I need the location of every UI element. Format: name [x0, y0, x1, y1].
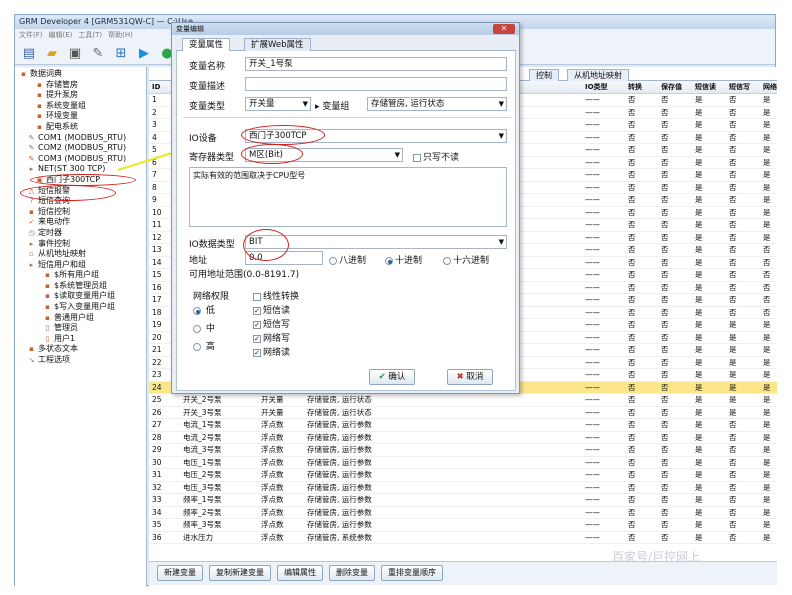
address-range: 可用地址范围(0.0-8191.7) — [189, 270, 300, 280]
sms-read-option[interactable]: ✓ 短信读 — [253, 303, 290, 316]
net-read-option[interactable]: ✓ 网络读 — [253, 345, 290, 358]
data-type-label: IO数据类型 — [189, 240, 235, 250]
check-icon: ✔ — [378, 372, 386, 382]
screenshot: GRM Developer 4 [GRM531QW-C] — C:\Use 文件… — [0, 0, 792, 595]
dialog-titlebar: 变量编辑 ✕ — [172, 23, 519, 35]
name-label: 变量名称 — [189, 62, 226, 72]
variable-type-value: 开关量 — [249, 99, 275, 109]
highlight-ellipse — [241, 125, 325, 145]
perm-high-radio[interactable] — [193, 342, 201, 351]
address-label: 地址 — [189, 256, 208, 266]
chevron-down-icon: ▼ — [302, 100, 308, 108]
sms-read-checkbox[interactable]: ✓ — [253, 306, 261, 315]
radix-decimal-label: 十进制 — [395, 256, 423, 266]
perm-low-radio[interactable] — [193, 306, 201, 315]
tab-web-extension[interactable]: 扩展Web属性 — [244, 38, 311, 51]
divider — [183, 117, 511, 118]
radix-hex-option[interactable]: 十六进制 — [443, 253, 489, 266]
variable-edit-dialog: 变量编辑 ✕ 变量属性 扩展Web属性 变量名称 开关_1号泵 变量描述 变量类… — [171, 22, 520, 394]
radix-octal-label: 八进制 — [339, 256, 367, 266]
write-only-label: 只写不读 — [423, 153, 460, 163]
net-write-checkbox[interactable]: ✓ — [253, 334, 261, 343]
group-label: ▸ 变量组 — [315, 102, 350, 112]
desc-label: 变量描述 — [189, 82, 226, 92]
radix-decimal-option[interactable]: 十进制 — [385, 253, 422, 266]
tab-variable-properties[interactable]: 变量属性 — [182, 38, 231, 51]
net-read-checkbox[interactable]: ✓ — [253, 348, 261, 357]
dialog-panel: 变量名称 开关_1号泵 变量描述 变量类型 开关量 ▼ ▸ 变量组 存储管房, 运… — [176, 51, 516, 391]
ok-button[interactable]: ✔ 确认 — [369, 369, 415, 385]
variable-group-value: 存储管房, 运行状态 — [371, 99, 445, 109]
watermark: 百家号/巨控网上 — [612, 550, 701, 564]
variable-name-input[interactable]: 开关_1号泵 — [245, 57, 507, 71]
variable-type-select[interactable]: 开关量 ▼ — [245, 97, 311, 111]
radix-octal-radio[interactable] — [329, 256, 337, 265]
perm-low-label: 低 — [205, 306, 215, 316]
variable-group-select[interactable]: 存储管房, 运行状态 ▼ — [367, 97, 507, 111]
radix-hex-radio[interactable] — [443, 256, 451, 265]
sms-write-option[interactable]: ✓ 短信写 — [253, 317, 290, 330]
net-read-label: 网络读 — [263, 348, 291, 358]
io-device-label: IO设备 — [189, 134, 217, 144]
net-write-option[interactable]: ✓ 网络写 — [253, 331, 290, 344]
cancel-button[interactable]: ✖ 取消 — [447, 369, 493, 385]
group-label-text: 变量组 — [322, 102, 350, 112]
variable-desc-input[interactable] — [245, 77, 507, 91]
sms-write-checkbox[interactable]: ✓ — [253, 320, 261, 329]
write-only-checkbox[interactable] — [413, 153, 421, 162]
perm-mid-option[interactable]: 中 — [193, 321, 215, 334]
linear-convert-option[interactable]: 线性转换 — [253, 289, 299, 302]
type-label: 变量类型 — [189, 102, 226, 112]
net-write-label: 网络写 — [263, 334, 291, 344]
highlight-ellipse — [241, 144, 303, 164]
highlight-ellipse — [243, 229, 289, 261]
dialog-tabs: 变量属性 扩展Web属性 — [176, 37, 516, 51]
perm-high-label: 高 — [205, 342, 215, 352]
chevron-down-icon: ▼ — [394, 151, 400, 159]
network-permission-label: 网络权限 — [193, 292, 230, 302]
perm-high-option[interactable]: 高 — [193, 339, 215, 352]
radix-octal-option[interactable]: 八进制 — [329, 253, 366, 266]
perm-low-option[interactable]: 低 — [193, 303, 215, 316]
perm-mid-radio[interactable] — [193, 324, 201, 333]
ok-label: 确认 — [388, 372, 406, 382]
close-icon: ✖ — [456, 372, 464, 382]
close-icon[interactable]: ✕ — [493, 24, 515, 34]
linear-convert-checkbox[interactable] — [253, 292, 261, 301]
write-only-option[interactable]: 只写不读 — [413, 150, 459, 163]
chevron-down-icon: ▼ — [498, 100, 504, 108]
sms-read-label: 短信读 — [263, 306, 291, 316]
radix-hex-label: 十六进制 — [453, 256, 490, 266]
range-note-box: 实际有效的范围取决于CPU型号 — [189, 167, 507, 227]
range-note: 实际有效的范围取决于CPU型号 — [193, 171, 306, 180]
dialog-title: 变量编辑 — [176, 25, 204, 33]
radix-decimal-radio[interactable] — [385, 256, 393, 265]
chevron-down-icon: ▼ — [498, 132, 504, 140]
linear-convert-label: 线性转换 — [263, 292, 300, 302]
perm-mid-label: 中 — [205, 324, 215, 334]
sms-write-label: 短信写 — [263, 320, 291, 330]
register-type-label: 寄存器类型 — [189, 153, 235, 163]
chevron-down-icon: ▼ — [498, 238, 504, 246]
cancel-label: 取消 — [466, 372, 484, 382]
